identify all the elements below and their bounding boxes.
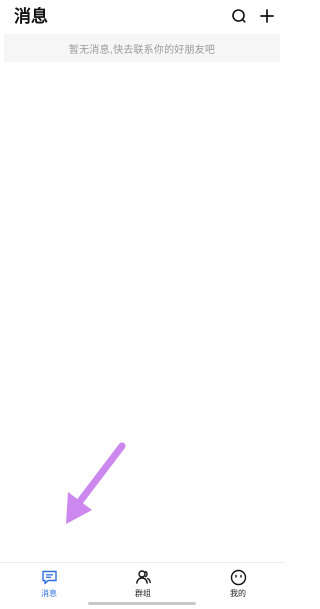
header-actions: [230, 7, 276, 25]
empty-state-text: 暂无消息,快去联系你的好朋友吧: [68, 44, 216, 56]
tab-messages-label: 消息: [41, 589, 57, 598]
profile-icon: [229, 568, 247, 586]
annotation-arrow-icon: [66, 442, 126, 524]
message-icon: [40, 568, 58, 586]
home-indicator[interactable]: [88, 602, 196, 605]
group-icon: [134, 568, 152, 586]
search-icon[interactable]: [230, 7, 248, 25]
empty-state-banner: 暂无消息,快去联系你的好朋友吧: [4, 34, 280, 62]
header: 消息: [0, 0, 284, 34]
tab-messages[interactable]: 消息: [19, 568, 79, 606]
tab-groups[interactable]: 群组: [113, 568, 173, 606]
plus-icon[interactable]: [258, 7, 276, 25]
tab-groups-label: 群组: [135, 589, 151, 598]
messages-screen: 消息 暂无消息,快去联系你的好朋友吧 消息 群组 我的: [0, 0, 284, 609]
page-title: 消息: [14, 7, 48, 27]
tab-profile[interactable]: 我的: [208, 568, 268, 606]
tab-profile-label: 我的: [230, 589, 246, 598]
